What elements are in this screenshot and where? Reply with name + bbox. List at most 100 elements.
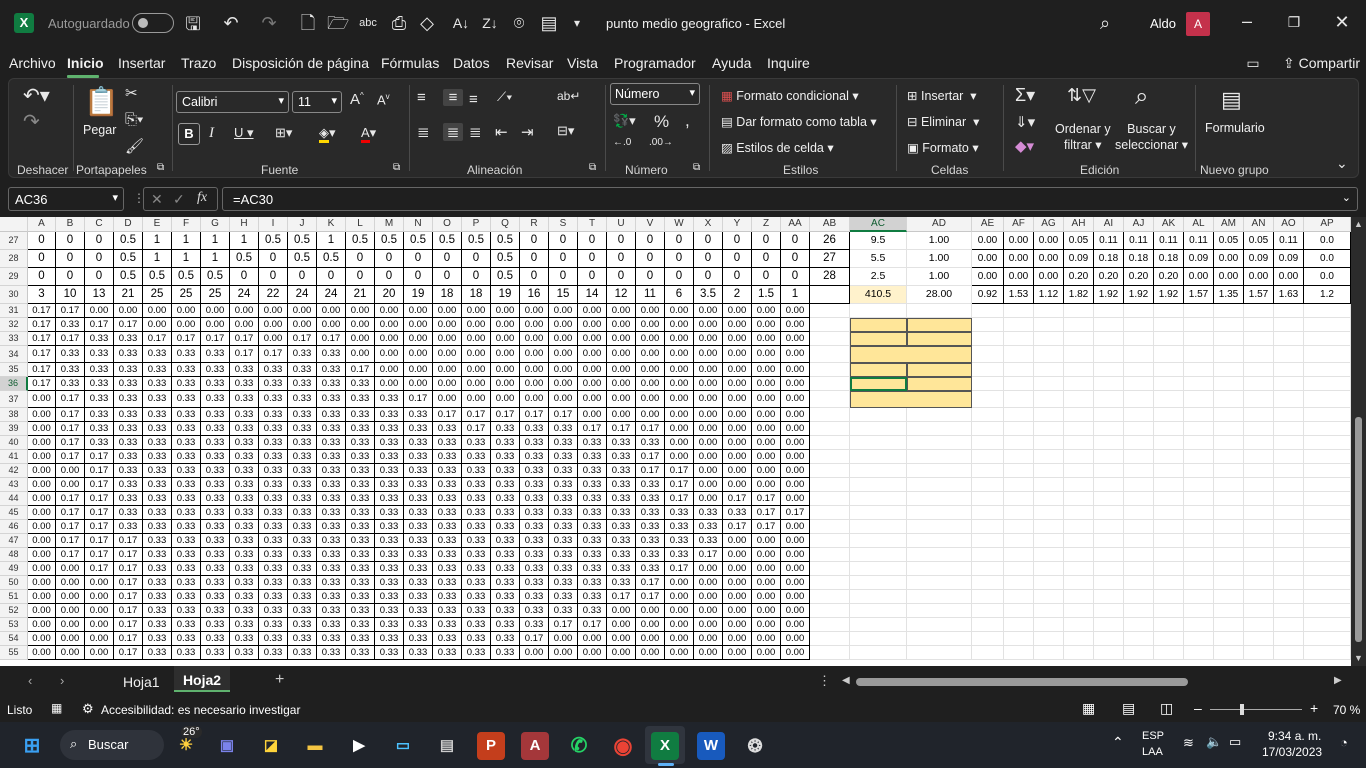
- widgets-icon[interactable]: ◪: [257, 732, 285, 760]
- grid-cell[interactable]: 0.00: [172, 304, 201, 318]
- row-header[interactable]: 36: [0, 377, 28, 391]
- grid-cell[interactable]: 0.17: [201, 332, 230, 346]
- grid-cell[interactable]: 0.00: [28, 632, 56, 646]
- normal-view-icon[interactable]: ▦: [1082, 700, 1095, 717]
- grid-cell[interactable]: 0.00: [28, 464, 56, 478]
- file-explorer-icon[interactable]: ▬: [301, 732, 329, 760]
- grid-cell[interactable]: 0.00: [665, 632, 694, 646]
- grid-cell[interactable]: 0.17: [665, 562, 694, 576]
- grid-cell[interactable]: 0: [578, 250, 607, 268]
- grid-cell[interactable]: 0.33: [433, 548, 462, 562]
- grid-cell[interactable]: 0.00: [201, 318, 230, 332]
- empty-cell[interactable]: [907, 506, 972, 520]
- grid-cell[interactable]: 0.33: [201, 534, 230, 548]
- empty-cell[interactable]: [1034, 590, 1064, 604]
- grid-cell[interactable]: 0.09: [1274, 250, 1304, 268]
- grid-cell[interactable]: 0.00: [665, 576, 694, 590]
- empty-cell[interactable]: [1184, 548, 1214, 562]
- grid-cell[interactable]: 0.00: [694, 632, 723, 646]
- empty-cell[interactable]: [907, 436, 972, 450]
- grid-cell[interactable]: 0.00: [607, 318, 636, 332]
- empty-cell[interactable]: [1274, 363, 1304, 377]
- empty-cell[interactable]: [1274, 391, 1304, 408]
- grid-cell[interactable]: 0.33: [230, 646, 259, 660]
- grid-cell[interactable]: 0.33: [520, 478, 549, 492]
- grid-cell[interactable]: 0.5: [143, 268, 172, 286]
- grid-cell[interactable]: 0.33: [143, 646, 172, 660]
- grid-cell[interactable]: 0.33: [491, 632, 520, 646]
- grid-cell[interactable]: 0.33: [433, 632, 462, 646]
- grid-cell[interactable]: 0.33: [549, 422, 578, 436]
- grid-cell[interactable]: 0: [259, 250, 288, 268]
- row-header[interactable]: 37: [0, 391, 28, 408]
- grid-cell[interactable]: 0.00: [752, 604, 781, 618]
- empty-cell[interactable]: [1124, 562, 1154, 576]
- grid-cell[interactable]: 0.33: [636, 506, 665, 520]
- grid-cell[interactable]: 0.33: [288, 408, 317, 422]
- grid-cell[interactable]: 0.5: [433, 232, 462, 250]
- grid-cell[interactable]: 0.17: [404, 391, 433, 408]
- grid-cell[interactable]: 0.33: [346, 562, 375, 576]
- grid-cell[interactable]: 0.33: [520, 576, 549, 590]
- grid-cell[interactable]: 0.33: [462, 646, 491, 660]
- column-header[interactable]: AO: [1274, 217, 1304, 232]
- grid-cell[interactable]: 0.00: [607, 346, 636, 363]
- empty-cell[interactable]: [1034, 618, 1064, 632]
- grid-cell[interactable]: 0.33: [230, 363, 259, 377]
- grid-cell[interactable]: 0.00: [723, 332, 752, 346]
- avatar[interactable]: A: [1186, 12, 1210, 36]
- grid-cell[interactable]: 0.00: [28, 478, 56, 492]
- underline-button[interactable]: U ▾: [234, 125, 254, 141]
- grid-cell[interactable]: 0: [346, 268, 375, 286]
- grid-cell[interactable]: 0.00: [607, 391, 636, 408]
- empty-cell[interactable]: [1004, 436, 1034, 450]
- grid-cell[interactable]: 0.00: [972, 268, 1004, 286]
- empty-cell[interactable]: [1304, 478, 1351, 492]
- row-header[interactable]: 55: [0, 646, 28, 660]
- grid-cell[interactable]: 0.17: [288, 332, 317, 346]
- grid-cell[interactable]: 0: [85, 232, 114, 250]
- grid-cell[interactable]: 0.00: [520, 646, 549, 660]
- grid-cell[interactable]: 0.00: [723, 632, 752, 646]
- grid-cell[interactable]: 0.5: [114, 250, 143, 268]
- grid-cell[interactable]: 0.00: [433, 346, 462, 363]
- grid-cell[interactable]: 0.00: [665, 304, 694, 318]
- grid-cell[interactable]: 0.33: [346, 646, 375, 660]
- empty-cell[interactable]: [1244, 478, 1274, 492]
- grid-cell[interactable]: 0.33: [172, 422, 201, 436]
- grid-cell[interactable]: 1: [143, 250, 172, 268]
- grid-cell[interactable]: 0.33: [636, 436, 665, 450]
- grid-cell[interactable]: 0.00: [781, 478, 810, 492]
- grid-cell[interactable]: 25: [143, 286, 172, 304]
- grid-cell[interactable]: 0.17: [114, 604, 143, 618]
- grid-cell[interactable]: 0.17: [56, 492, 85, 506]
- tab-inicio[interactable]: Inicio: [67, 55, 104, 71]
- empty-cell[interactable]: [1094, 422, 1124, 436]
- empty-cell[interactable]: [1124, 506, 1154, 520]
- grid-cell[interactable]: 0.33: [491, 422, 520, 436]
- scroll-thumb[interactable]: [1355, 417, 1362, 642]
- grid-cell[interactable]: 0.33: [288, 478, 317, 492]
- grid-cell[interactable]: 0.00: [694, 590, 723, 604]
- grid-cell[interactable]: 0.33: [578, 604, 607, 618]
- grid-cell[interactable]: 0.33: [172, 492, 201, 506]
- grid-cell[interactable]: 0.33: [201, 632, 230, 646]
- grid-cell[interactable]: 0.17: [462, 408, 491, 422]
- grid-cell[interactable]: 0.17: [491, 408, 520, 422]
- grid-cell[interactable]: 0.00: [752, 618, 781, 632]
- empty-cell[interactable]: [1034, 576, 1064, 590]
- empty-cell[interactable]: [1214, 363, 1244, 377]
- grid-cell-ad[interactable]: 1.00: [907, 232, 972, 250]
- empty-cell[interactable]: [1154, 604, 1184, 618]
- grid-cell[interactable]: 0.33: [288, 548, 317, 562]
- grid-cell[interactable]: 0.33: [433, 520, 462, 534]
- row-header[interactable]: 35: [0, 363, 28, 377]
- empty-cell[interactable]: [850, 506, 907, 520]
- grid-cell[interactable]: 0.00: [694, 464, 723, 478]
- empty-cell[interactable]: [1124, 590, 1154, 604]
- grid-cell[interactable]: 0.00: [607, 332, 636, 346]
- grid-cell[interactable]: 16: [520, 286, 549, 304]
- cut-icon[interactable]: ✂: [125, 84, 138, 102]
- grid-cell[interactable]: 0.00: [578, 346, 607, 363]
- empty-cell[interactable]: [810, 506, 850, 520]
